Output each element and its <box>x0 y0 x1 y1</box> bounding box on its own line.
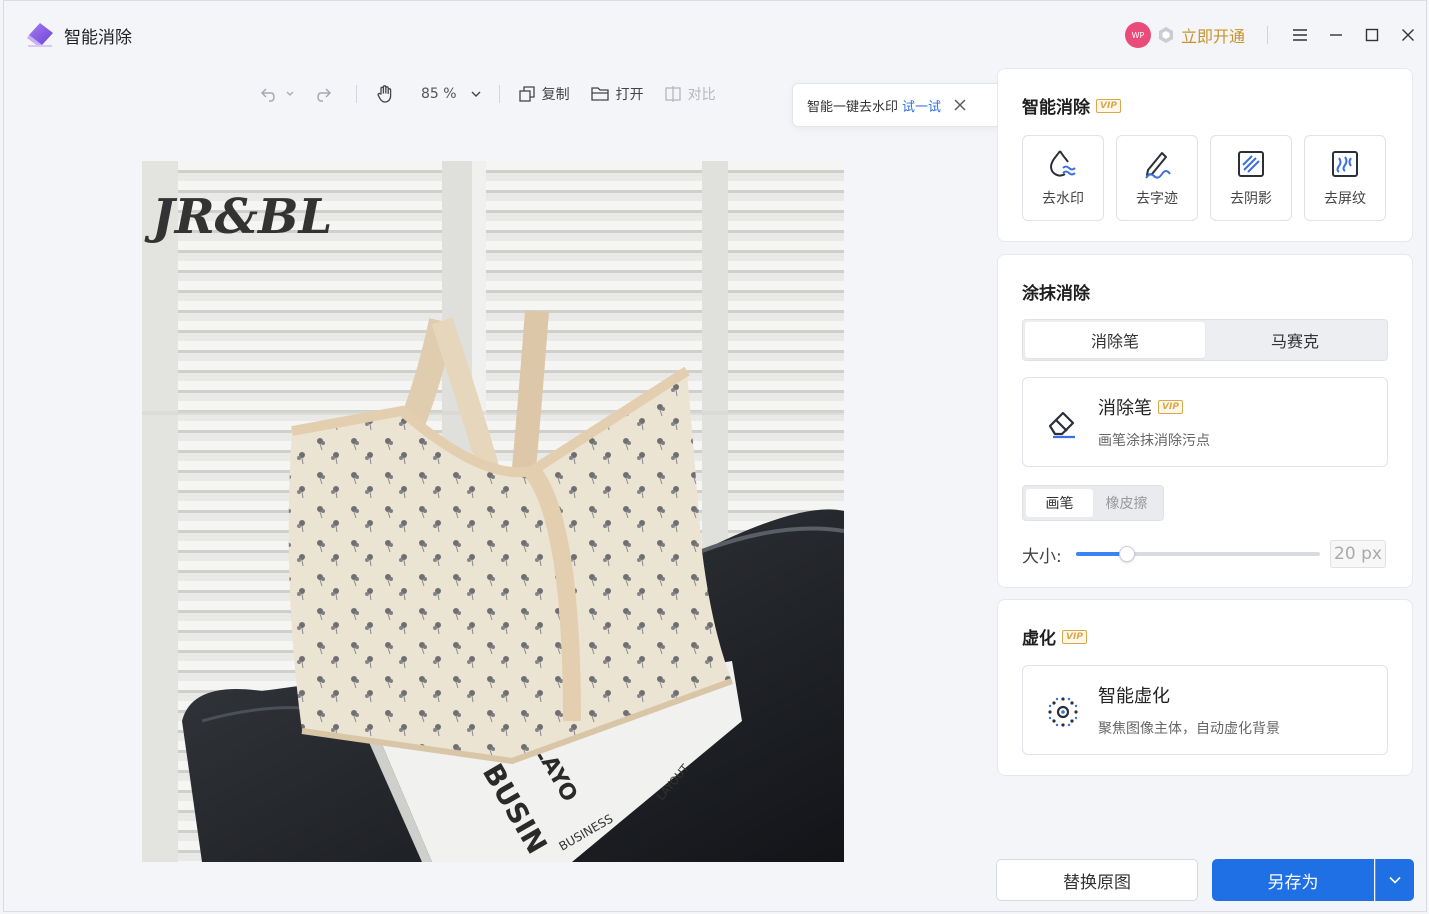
compare-label: 对比 <box>687 87 716 103</box>
open-button[interactable]: 打开 <box>584 79 650 109</box>
tip-close-button[interactable] <box>953 98 967 112</box>
size-label: 大小: <box>1022 546 1062 567</box>
replace-original-button[interactable]: 替换原图 <box>996 859 1198 901</box>
eraser-pen-name: 消除笔 VIP <box>1098 394 1183 420</box>
close-icon <box>954 99 966 111</box>
smart-blur-name: 智能虚化 <box>1098 686 1170 707</box>
smart-remove-tools: 去水印 去字迹 去阴影 去屏纹 <box>1022 135 1386 221</box>
smear-mode-tabs: 消除笔 马赛克 <box>1022 319 1388 361</box>
blur-panel: 虚化 VIP 智能虚化 聚焦图像主体，自动虚化背景 <box>997 599 1413 776</box>
eraser-pen-card[interactable]: 消除笔 VIP 画笔涂抹消除污点 <box>1022 377 1388 467</box>
smart-remove-title-text: 智能消除 <box>1022 98 1090 118</box>
copy-button[interactable]: 复制 <box>512 79 576 109</box>
undo-button[interactable] <box>254 79 306 109</box>
smear-remove-panel: 涂抹消除 消除笔 马赛克 消除笔 VIP 画笔涂抹消除污点 画笔 橡皮擦 大小: <box>997 254 1413 588</box>
copy-icon <box>518 86 535 102</box>
close-icon <box>1402 29 1414 41</box>
brush-size-row: 大小: 20 px <box>1022 539 1388 569</box>
remove-watermark-label: 去水印 <box>1042 191 1084 207</box>
tip-popover: 智能一键去水印 试一试 <box>792 83 1008 127</box>
blur-title-text: 虚化 <box>1022 629 1056 649</box>
chevron-down-icon <box>286 91 294 96</box>
watermark-remove-icon <box>1049 150 1076 177</box>
photo-watermark: JR&BL <box>144 189 332 245</box>
tab-mosaic[interactable]: 马赛克 <box>1205 322 1385 358</box>
undo-icon <box>260 88 275 102</box>
user-avatar[interactable]: WP <box>1124 22 1151 48</box>
remove-shadow-button[interactable]: 去阴影 <box>1210 135 1292 221</box>
vip-hexagon-icon <box>1158 27 1173 43</box>
smart-blur-card[interactable]: 智能虚化 聚焦图像主体，自动虚化背景 <box>1022 665 1388 755</box>
copy-label: 复制 <box>541 87 570 103</box>
canvas-toolbar: 85 % 复制 打开 对比 <box>254 79 722 109</box>
remove-shadow-label: 去阴影 <box>1230 191 1272 207</box>
toolbar-separator <box>498 85 500 103</box>
title-bar: 智能消除 WP 立即开通 <box>4 1 1426 67</box>
app-title: 智能消除 <box>64 28 132 48</box>
brush-mode-tabs: 画笔 橡皮擦 <box>1022 485 1164 521</box>
minimize-icon <box>1330 34 1342 36</box>
remove-handwriting-button[interactable]: 去字迹 <box>1116 135 1198 221</box>
remove-watermark-button[interactable]: 去水印 <box>1022 135 1104 221</box>
pan-hand-button[interactable] <box>369 79 407 109</box>
photo-image: BUSIN LAYO BUSINESS LAYOUT JR&BL <box>142 161 844 862</box>
save-options-dropdown[interactable] <box>1375 859 1414 901</box>
tab-rubber[interactable]: 橡皮擦 <box>1093 489 1160 517</box>
chevron-down-icon <box>471 91 481 97</box>
smart-blur-desc: 聚焦图像主体，自动虚化背景 <box>1098 721 1280 737</box>
vip-badge: VIP <box>1096 98 1121 113</box>
moire-remove-icon <box>1332 151 1358 177</box>
eraser-pen-desc: 画笔涂抹消除污点 <box>1098 433 1210 449</box>
tip-text: 智能一键去水印 <box>807 99 899 115</box>
vip-badge: VIP <box>1062 629 1087 644</box>
blur-title: 虚化 VIP <box>1022 624 1087 649</box>
vip-badge: VIP <box>1158 400 1183 414</box>
remove-moire-button[interactable]: 去屏纹 <box>1304 135 1386 221</box>
open-label: 打开 <box>615 87 644 103</box>
compare-button[interactable]: 对比 <box>658 79 722 109</box>
minimize-button[interactable] <box>1318 19 1354 51</box>
edited-photo[interactable]: BUSIN LAYO BUSINESS LAYOUT JR&BL <box>142 161 844 862</box>
maximize-icon <box>1365 28 1379 42</box>
blur-dots-icon <box>1048 697 1078 727</box>
chevron-down-icon <box>1389 876 1401 884</box>
zoom-select[interactable]: 85 % <box>415 86 487 102</box>
title-separator <box>1267 26 1268 44</box>
app-window: 智能消除 WP 立即开通 85 % 复制 打开 对比 智能一键去水印 试一试 B… <box>3 0 1427 912</box>
menu-button[interactable] <box>1282 19 1318 51</box>
remove-handwriting-label: 去字迹 <box>1136 191 1178 207</box>
redo-icon <box>317 88 332 102</box>
compare-icon <box>664 86 681 102</box>
redo-button[interactable] <box>306 79 344 109</box>
toolbar-separator <box>356 85 357 103</box>
canvas-area: 85 % 复制 打开 对比 智能一键去水印 试一试 BUSIN LAYO BUS… <box>4 67 1008 913</box>
tip-try-link[interactable]: 试一试 <box>902 96 941 115</box>
smart-remove-panel: 智能消除 VIP 去水印 去字迹 去阴影 去屏纹 <box>997 68 1413 242</box>
eraser-icon <box>1048 411 1075 439</box>
maximize-button[interactable] <box>1354 19 1390 51</box>
shadow-remove-icon <box>1238 151 1264 177</box>
brush-size-slider[interactable] <box>1076 546 1320 562</box>
remove-moire-label: 去屏纹 <box>1324 191 1366 207</box>
handwriting-remove-icon <box>1145 152 1171 179</box>
app-logo-icon <box>27 23 53 47</box>
tab-brush[interactable]: 画笔 <box>1026 489 1093 517</box>
slider-thumb[interactable] <box>1119 546 1136 562</box>
close-window-button[interactable] <box>1390 19 1426 51</box>
tab-eraser-pen[interactable]: 消除笔 <box>1025 322 1205 358</box>
hamburger-menu-icon <box>1293 29 1307 41</box>
hand-icon <box>377 85 392 103</box>
zoom-value: 85 % <box>421 86 457 102</box>
brush-size-input[interactable]: 20 px <box>1330 540 1386 568</box>
open-vip-link[interactable]: 立即开通 <box>1181 23 1245 47</box>
smart-remove-title: 智能消除 VIP <box>1022 93 1121 118</box>
folder-icon <box>590 87 609 101</box>
eraser-pen-name-text: 消除笔 <box>1098 398 1152 419</box>
save-as-button[interactable]: 另存为 <box>1212 859 1374 901</box>
smear-remove-title: 涂抹消除 <box>1022 284 1090 304</box>
